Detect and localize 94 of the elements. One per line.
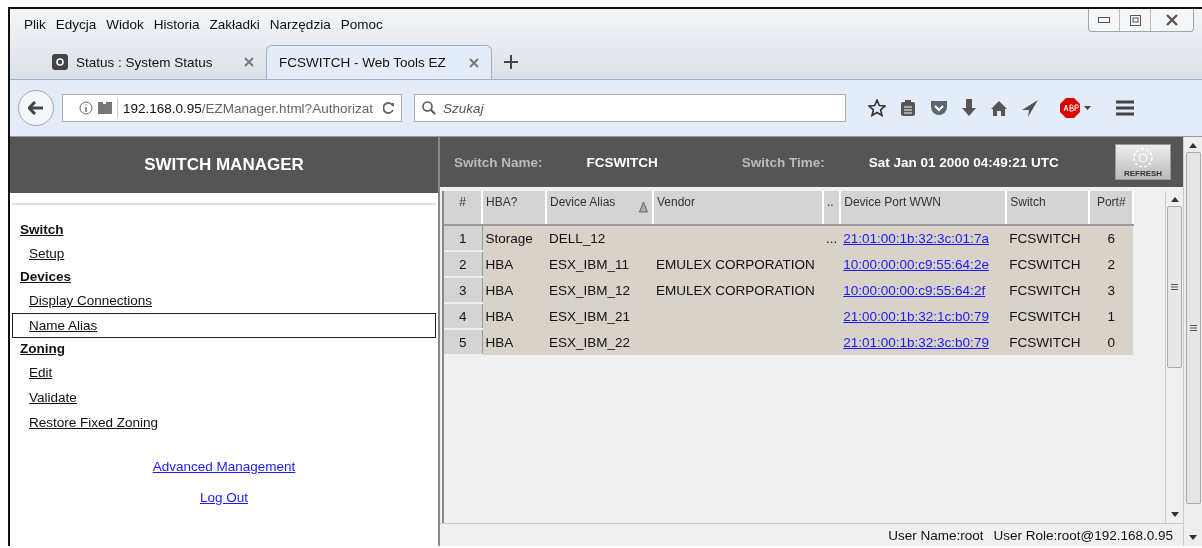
menu-item[interactable]: Narzędzia [265,16,337,32]
table-cell: FCSWITCH [1006,303,1090,329]
refresh-button[interactable]: REFRESH [1115,144,1171,180]
table-cell: HBA [482,303,546,329]
scroll-up-arrow-icon[interactable] [1170,197,1179,202]
table-cell: 3 [1089,277,1134,303]
minimize-icon[interactable] [1098,17,1110,23]
menu-item[interactable]: Plik [20,16,52,32]
browser-tab[interactable]: FCSWITCH - Web Tools EZ [266,45,492,79]
nav-link[interactable]: Edit [12,360,436,385]
grip-icon [1189,325,1197,331]
nav-link[interactable]: Name Alias [12,313,436,338]
switch-time: Sat Jan 01 2000 04:49:21 UTC [868,154,1059,170]
switch-name: FCSWITCH [586,154,658,170]
refresh-icon [1132,147,1154,169]
column-header[interactable]: # [444,191,482,225]
close-tab-icon[interactable] [244,57,254,67]
menu-item[interactable]: Widok [102,16,150,32]
maximize-icon[interactable] [1129,14,1141,26]
back-button[interactable] [18,90,54,126]
menu-item[interactable]: Zakładki [205,16,266,32]
table-cell: 1 [1089,303,1134,329]
grip-icon [1171,284,1178,290]
reload-icon[interactable] [383,102,395,114]
table-scrollbar[interactable] [1165,191,1183,523]
send-icon[interactable] [1022,99,1038,117]
app-icon [52,54,68,70]
table-cell: HBA [482,277,546,303]
user-name: User Name:root [888,527,984,543]
column-header[interactable]: Port# [1089,191,1134,225]
close-icon[interactable] [1166,14,1178,26]
row-number: 3 [444,277,482,303]
row-number: 5 [444,329,482,355]
row-number: 2 [444,251,482,277]
clipboard-icon[interactable] [900,99,916,117]
row-number: 1 [444,225,482,251]
new-tab-icon[interactable] [504,55,518,69]
adblock-icon[interactable] [1060,98,1092,118]
table-cell: HBA [482,329,546,355]
table-cell: FCSWITCH [1006,329,1090,355]
nav-link[interactable]: Display Connections [12,288,436,313]
sort-ascending-icon [639,201,648,213]
row-number: 4 [444,303,482,329]
nav-section-link[interactable]: Switch [10,219,64,241]
close-tab-icon[interactable] [469,57,479,68]
table-cell: 0 [1089,329,1134,355]
table-cell: HBA [482,251,546,277]
bookmark-star-icon[interactable] [868,99,886,117]
pocket-icon[interactable] [930,100,948,116]
table-cell: EMULEX CORPORATION [653,277,823,303]
menu-item[interactable]: Historia [149,16,206,32]
column-header[interactable]: Switch [1006,191,1090,225]
table-cell: ... [823,225,841,251]
table-cell: DELL_12 [546,225,653,251]
back-arrow-icon [28,101,44,115]
switch-name-label: Switch Name: [454,154,543,170]
nav-link[interactable]: Restore Fixed Zoning [12,410,436,435]
home-icon[interactable] [990,99,1008,117]
search-field[interactable]: Szukaj [414,94,846,122]
scroll-down-arrow-icon[interactable] [1189,535,1197,540]
table-cell: 2 [1089,251,1134,277]
column-header[interactable]: Device Port WWN [840,191,1007,225]
info-icon[interactable] [79,101,93,115]
scroll-up-arrow-icon[interactable] [1189,143,1197,148]
page-scrollbar[interactable] [1183,137,1202,546]
table-cell: FCSWITCH [1006,225,1090,251]
table-cell: ESX_IBM_11 [546,251,653,277]
column-header[interactable]: Vendor [653,191,823,225]
link[interactable]: Log Out [199,490,248,505]
menu-icon[interactable] [1116,100,1134,116]
column-header[interactable]: Device Alias [546,191,653,225]
sidebar-title: SWITCH MANAGER [10,137,438,193]
table-cell: FCSWITCH [1006,277,1090,303]
table-cell: 6 [1089,225,1134,251]
table-cell: ESX_IBM_12 [546,277,653,303]
link[interactable]: Advanced Management [152,459,296,474]
column-header[interactable]: HBA? [482,191,546,225]
table-cell: FCSWITCH [1006,251,1090,277]
nav-section-link[interactable]: Zoning [10,338,65,360]
table-cell: ESX_IBM_21 [546,303,653,329]
switch-time-label: Switch Time: [741,154,825,170]
browser-tab[interactable]: Status : System Status [40,45,266,79]
page-icon [98,102,112,114]
table-cell: EMULEX CORPORATION [653,251,823,277]
download-icon[interactable] [962,99,976,117]
scroll-down-arrow-icon[interactable] [1170,512,1179,517]
menu-item[interactable]: Edycja [51,16,103,32]
user-role: User Role:root@192.168.0.95 [993,527,1173,543]
nav-link[interactable]: Validate [12,385,436,410]
menu-item[interactable]: Pomoc [336,16,389,32]
nav-section-link[interactable]: Devices [10,266,72,288]
address-field[interactable]: 192.168.0.95/EZManager.html?Authorizat [62,94,402,122]
table-cell: ESX_IBM_22 [546,329,653,355]
nav-link[interactable]: Setup [12,241,436,266]
